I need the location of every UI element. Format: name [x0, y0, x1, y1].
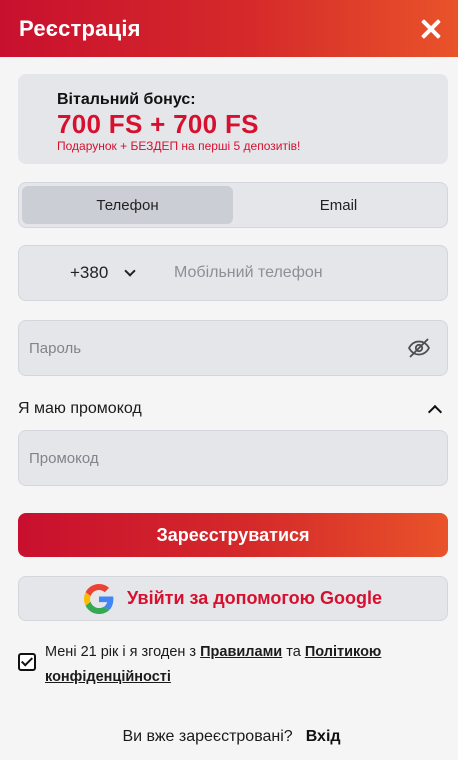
page-title: Реєстрація — [19, 15, 141, 41]
already-registered-text: Ви вже зареєстровані? — [122, 728, 293, 745]
bonus-title: Вітальний бонус: — [57, 91, 196, 108]
promo-code-input[interactable] — [19, 431, 447, 485]
terms-text: Мені 21 рік і я згоден з Правилами та По… — [45, 640, 448, 690]
country-code-value: +380 — [70, 263, 109, 282]
terms-agreement: Мені 21 рік і я згоден з Правилами та По… — [18, 640, 448, 690]
google-button-label: Увійти за допомогою Google — [127, 588, 382, 608]
rules-link[interactable]: Правилами — [200, 644, 282, 660]
eye-off-icon[interactable] — [407, 336, 431, 360]
phone-field: +380 — [18, 245, 448, 301]
bonus-amount: 700 FS + 700 FS — [57, 109, 259, 139]
login-link[interactable]: Вхід — [306, 728, 341, 746]
password-field — [18, 320, 448, 376]
register-button[interactable]: Зареєструватися — [18, 513, 448, 557]
terms-checkbox[interactable] — [18, 653, 36, 671]
password-input[interactable] — [19, 321, 407, 375]
terms-text-before: Мені 21 рік і я згоден з — [45, 644, 201, 660]
promo-toggle-label: Я маю промокод — [18, 400, 142, 417]
check-icon — [20, 654, 34, 667]
login-prompt: Ви вже зареєстровані? Вхід — [0, 728, 458, 746]
country-code-select[interactable]: +380 — [19, 246, 164, 300]
phone-input[interactable] — [164, 246, 447, 300]
google-icon — [84, 583, 114, 614]
header-bar: Реєстрація — [0, 0, 458, 57]
terms-text-middle: та — [282, 644, 305, 660]
tab-email[interactable]: Email — [233, 186, 444, 224]
tab-phone[interactable]: Телефон — [22, 186, 233, 224]
chevron-down-icon — [124, 264, 136, 277]
registration-method-tabs: Телефон Email — [18, 182, 448, 228]
close-icon[interactable] — [418, 16, 444, 42]
promo-code-toggle[interactable]: Я маю промокод — [18, 396, 448, 422]
promo-code-field — [18, 430, 448, 486]
google-login-button[interactable]: Увійти за допомогою Google — [18, 576, 448, 621]
chevron-up-icon — [427, 404, 443, 420]
welcome-bonus-card: Вітальний бонус: 700 FS + 700 FS Подарун… — [18, 74, 448, 164]
bonus-subtitle: Подарунок + БЕЗДЕП на перші 5 депозитів! — [57, 139, 301, 153]
